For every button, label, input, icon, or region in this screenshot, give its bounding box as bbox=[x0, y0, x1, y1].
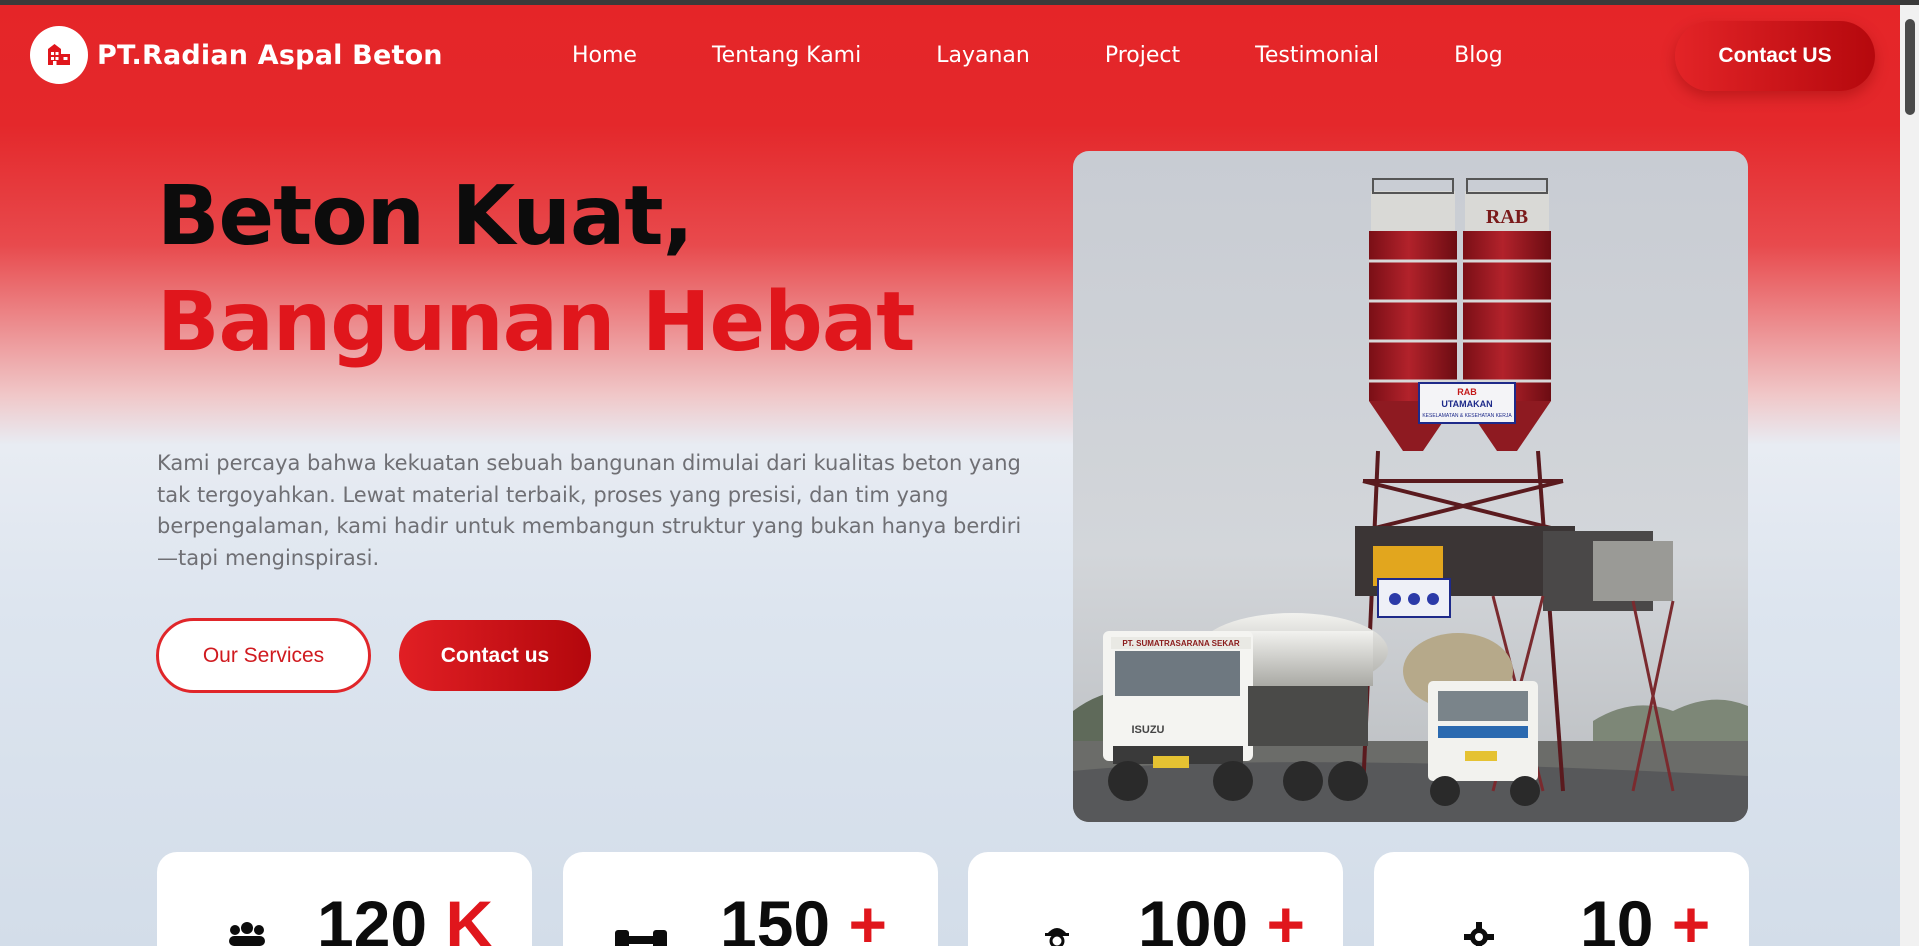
stat-value: 120 K bbox=[317, 887, 494, 946]
scrollbar-thumb[interactable] bbox=[1905, 19, 1915, 115]
tools-icon bbox=[615, 930, 667, 946]
hero-title-line2: Bangunan Hebat bbox=[157, 275, 915, 370]
stat-card-1: 120 K bbox=[157, 852, 532, 946]
brand-logo[interactable]: PT.Radian Aspal Beton bbox=[30, 26, 443, 84]
nav-testimonial[interactable]: Testimonial bbox=[1255, 43, 1379, 68]
stat-card-4: 10 + bbox=[1374, 852, 1749, 946]
gear-icon bbox=[1464, 922, 1494, 946]
brand-name: PT.Radian Aspal Beton bbox=[97, 39, 443, 71]
hero-description: Kami percaya bahwa kekuatan sebuah bangu… bbox=[157, 451, 1022, 570]
svg-text:KESELAMATAN & KESEHATAN KERJA: KESELAMATAN & KESEHATAN KERJA bbox=[1422, 413, 1512, 419]
nav-project[interactable]: Project bbox=[1105, 43, 1180, 68]
navbar: PT.Radian Aspal Beton Home Tentang Kami … bbox=[0, 5, 1900, 105]
contact-us-button[interactable]: Contact us bbox=[399, 620, 591, 691]
safety-sign: RAB UTAMAKAN KESELAMATAN & KESEHATAN KER… bbox=[1418, 382, 1516, 424]
svg-text:PT. SUMATRASARANA SEKAR: PT. SUMATRASARANA SEKAR bbox=[1122, 639, 1240, 648]
contact-us-nav-button[interactable]: Contact US bbox=[1675, 21, 1875, 91]
svg-text:ISUZU: ISUZU bbox=[1132, 724, 1165, 736]
svg-text:UTAMAKAN: UTAMAKAN bbox=[1441, 399, 1492, 409]
silo-label: RAB bbox=[1486, 206, 1528, 228]
stat-value: 100 + bbox=[1138, 887, 1306, 946]
page-scrollbar[interactable] bbox=[1900, 5, 1919, 946]
people-icon bbox=[225, 922, 269, 946]
nav-layanan[interactable]: Layanan bbox=[936, 43, 1030, 68]
stat-value: 150 + bbox=[720, 887, 888, 946]
our-services-button[interactable]: Our Services bbox=[156, 618, 371, 693]
hero-title-line1: Beton Kuat, bbox=[157, 169, 694, 264]
stat-card-3: 100 + bbox=[968, 852, 1343, 946]
tanker-truck: PT. SUMATRASARANA SEKAR ISUZU bbox=[1103, 613, 1388, 801]
hero-photo-batching-plant: RAB RAB UTAMAKAN KESELAMATAN & KESEHATAN… bbox=[1073, 151, 1748, 822]
main-menu: Home Tentang Kami Layanan Project Testim… bbox=[572, 43, 1578, 68]
nav-tentang-kami[interactable]: Tentang Kami bbox=[712, 43, 861, 68]
svg-text:RAB: RAB bbox=[1457, 387, 1477, 397]
worker-icon bbox=[1042, 922, 1072, 946]
nav-blog[interactable]: Blog bbox=[1454, 43, 1503, 68]
nav-home[interactable]: Home bbox=[572, 43, 637, 68]
stat-value: 10 + bbox=[1580, 887, 1711, 946]
stat-card-2: 150 + bbox=[563, 852, 938, 946]
building-icon bbox=[30, 26, 88, 84]
